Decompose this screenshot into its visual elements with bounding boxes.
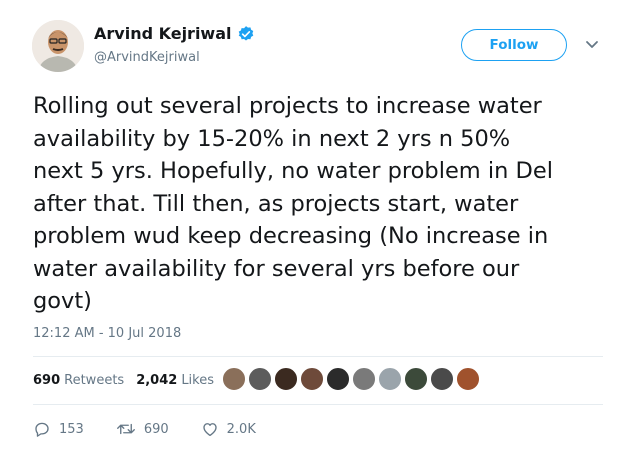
liker-avatar-5[interactable]: [326, 367, 350, 391]
verified-badge-icon: [238, 25, 253, 41]
liker-avatar-4[interactable]: [300, 367, 324, 391]
reply-action[interactable]: 153: [33, 420, 84, 438]
stats-top-divider: [33, 356, 603, 357]
author-name-row[interactable]: Arvind Kejriwal: [94, 24, 255, 43]
liker-avatar-6[interactable]: [352, 367, 376, 391]
liker-avatar-8[interactable]: [404, 367, 428, 391]
liker-avatar-2[interactable]: [248, 367, 272, 391]
like-count: 2.0K: [226, 421, 256, 437]
likes-stat[interactable]: 2,042 Likes: [136, 373, 214, 388]
retweets-count: 690: [33, 373, 61, 388]
liker-avatar-3[interactable]: [274, 367, 298, 391]
likes-label: Likes: [181, 373, 215, 388]
liker-avatars: [222, 367, 482, 391]
tweet-stats: 690 Retweets 2,042 Likes: [33, 373, 226, 388]
follow-button[interactable]: Follow: [461, 29, 567, 61]
reply-icon: [35, 422, 49, 437]
retweets-label: Retweets: [64, 373, 125, 388]
liker-avatar-10[interactable]: [456, 367, 480, 391]
reply-count: 153: [59, 421, 84, 437]
liker-avatar-9[interactable]: [430, 367, 454, 391]
author-display-name[interactable]: Arvind Kejriwal: [94, 24, 232, 43]
retweets-stat[interactable]: 690 Retweets: [33, 373, 124, 388]
tweet-timestamp[interactable]: 12:12 AM - 10 Jul 2018: [33, 326, 181, 341]
likes-count: 2,042: [136, 373, 178, 388]
liker-avatar-7[interactable]: [378, 367, 402, 391]
author-avatar[interactable]: [32, 20, 84, 72]
author-handle[interactable]: @ArvindKejriwal: [94, 50, 200, 65]
retweet-count: 690: [143, 421, 169, 437]
stats-bottom-divider: [33, 404, 603, 405]
tweet-text: Rolling out several projects to increase…: [33, 93, 553, 314]
chevron-down-icon[interactable]: [585, 40, 599, 50]
retweet-action[interactable]: 690: [116, 420, 169, 438]
liker-avatar-1[interactable]: [222, 367, 246, 391]
like-action[interactable]: 2.0K: [201, 420, 256, 438]
retweet-icon: [116, 423, 135, 435]
heart-icon: [202, 423, 217, 437]
tweet-actions: 153 690 2.0K: [33, 420, 288, 438]
